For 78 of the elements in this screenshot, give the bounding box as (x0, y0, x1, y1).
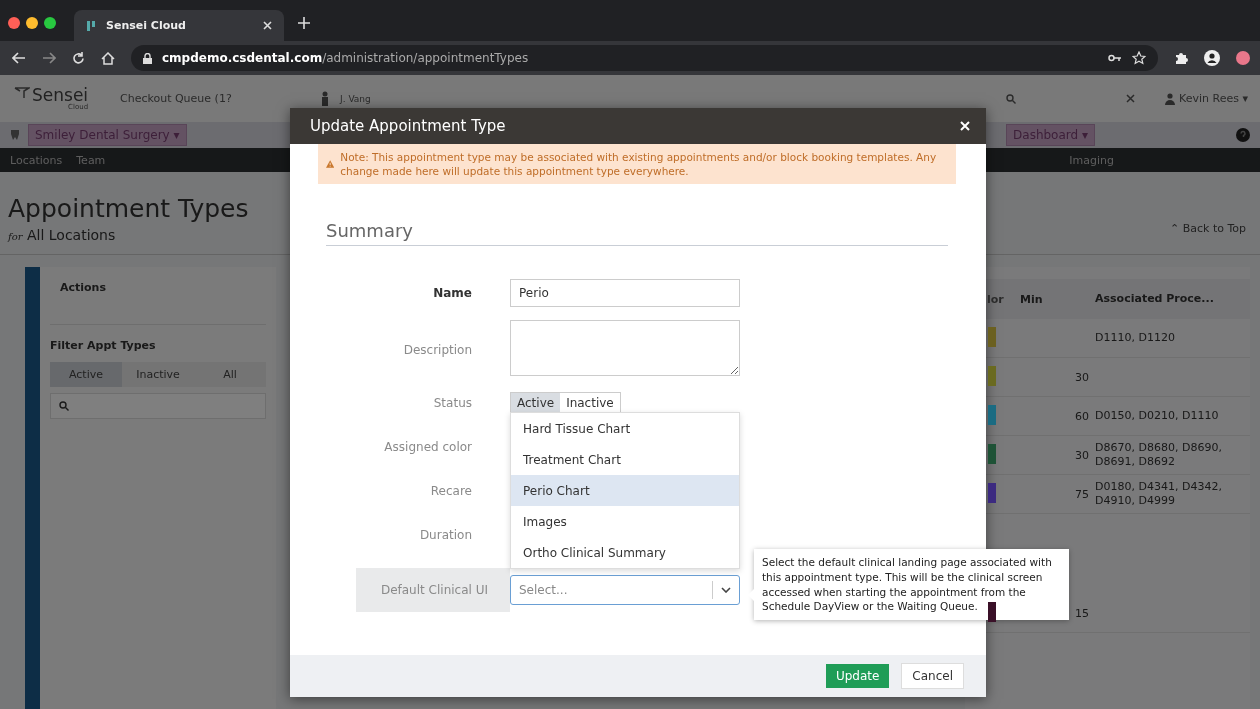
logo-text: Sensei (32, 86, 89, 104)
actions-heading: Actions (50, 277, 266, 325)
profile-icon[interactable] (1204, 50, 1220, 66)
url-text: cmpdemo.csdental.com/administration/appointmentTypes (162, 51, 529, 65)
home-icon[interactable] (101, 51, 115, 65)
nav-item[interactable]: Locations (10, 153, 63, 167)
dropdown-option[interactable]: Images (511, 506, 739, 538)
close-icon[interactable] (263, 21, 272, 30)
table-cell: 30 (1075, 448, 1089, 462)
column-header: Min (1019, 292, 1044, 306)
field-label: Duration (418, 527, 473, 545)
column-header: lor (986, 292, 1005, 306)
field-label: Recare (429, 483, 473, 501)
warning-text: Note: This appointment type may be associated with existing appointments and/or block booking templates. Any change made here will update this appointment type everywhere. (340, 150, 938, 179)
dropdown-option[interactable]: Perio Chart (511, 475, 739, 507)
field-label: Name (432, 285, 473, 303)
favicon-icon (86, 19, 96, 32)
page-subtitle: for All Locations (8, 227, 117, 243)
table-cell: 60 (1075, 409, 1089, 423)
clear-icon[interactable] (1126, 94, 1136, 103)
search-icon (59, 401, 69, 411)
avatar-icon[interactable] (1236, 51, 1250, 65)
dropdown-option[interactable]: Ortho Clinical Summary (511, 537, 739, 569)
page-title: Appointment Types (8, 194, 249, 223)
tab-title: Sensei Cloud (106, 19, 186, 32)
field-label: Assigned color (383, 439, 473, 457)
update-button[interactable]: Update (825, 664, 890, 688)
address-bar[interactable]: cmpdemo.csdental.com/administration/appointmentTypes (131, 45, 1158, 71)
tooltip-text: Select the default clinical landing page associated with this appointment type. This will be the clinical screen accessed when starting the appointment from the Schedule DayView or the Waiting Queue. (762, 556, 1052, 613)
modal-title: Update Appointment Type (310, 117, 506, 135)
table-cell: D0180, D4341, D4342, D4910, D4999 (1095, 479, 1222, 507)
back-arrow-icon[interactable] (12, 52, 26, 64)
column-header: Associated Proce... (1095, 291, 1215, 307)
filter-tab[interactable]: All (194, 362, 266, 387)
filter-search-field[interactable] (50, 393, 266, 419)
status-toggle[interactable]: Inactive (560, 393, 620, 414)
table-cell: D8670, D8680, D8690, D8691, D8692 (1095, 440, 1222, 468)
field-label: Status (432, 395, 473, 413)
status-toggle[interactable]: Active (511, 393, 561, 414)
name-input[interactable]: Perio (510, 279, 740, 308)
section-heading: Summary (326, 184, 948, 247)
dropdown-option[interactable]: Hard Tissue Chart (511, 413, 739, 445)
filter-tab[interactable]: Active (50, 362, 122, 387)
filter-tab[interactable]: Inactive (122, 362, 194, 387)
browser-tab[interactable]: Sensei Cloud (74, 10, 284, 41)
forward-arrow-icon[interactable] (42, 52, 56, 64)
star-icon[interactable] (1132, 51, 1146, 65)
chevron-down-icon (721, 587, 731, 594)
tooth-icon (10, 129, 20, 141)
back-to-top-link[interactable]: ⌃ Back to Top (1169, 222, 1246, 235)
warning-icon (326, 158, 335, 171)
user-menu[interactable]: Kevin Rees ▾ (1165, 92, 1248, 105)
table-cell: D0150, D0210, D1110 (1095, 408, 1219, 422)
logo-icon (14, 86, 30, 99)
field-label: Description (402, 342, 473, 360)
key-icon[interactable] (1108, 54, 1122, 62)
checkout-queue-link[interactable]: Checkout Queue (1? (120, 92, 310, 105)
reload-icon[interactable] (72, 51, 85, 65)
table-cell: D1110, D1120 (1095, 330, 1175, 344)
cancel-button[interactable]: Cancel (901, 663, 964, 689)
table-cell: 30 (1075, 370, 1089, 384)
dropdown-option[interactable]: Treatment Chart (511, 444, 739, 476)
table-cell: 15 (1075, 606, 1089, 620)
search-icon (1006, 93, 1017, 104)
plus-icon[interactable] (298, 17, 310, 29)
lock-icon (143, 52, 152, 64)
clinical-ui-select[interactable]: Select... (510, 575, 740, 606)
table-cell: 75 (1075, 487, 1089, 501)
help-icon[interactable] (1236, 128, 1250, 142)
puzzle-icon[interactable] (1174, 51, 1188, 65)
nav-item[interactable]: Imaging (1069, 153, 1115, 167)
user-icon (1165, 92, 1176, 105)
field-label-highlight: Default Clinical UI (356, 568, 510, 613)
provider-name: J. Vang (340, 93, 371, 104)
filter-heading: Filter Appt Types (50, 338, 157, 354)
description-input[interactable] (510, 320, 740, 377)
person-icon (320, 90, 330, 107)
nav-item[interactable]: Team (76, 153, 106, 167)
